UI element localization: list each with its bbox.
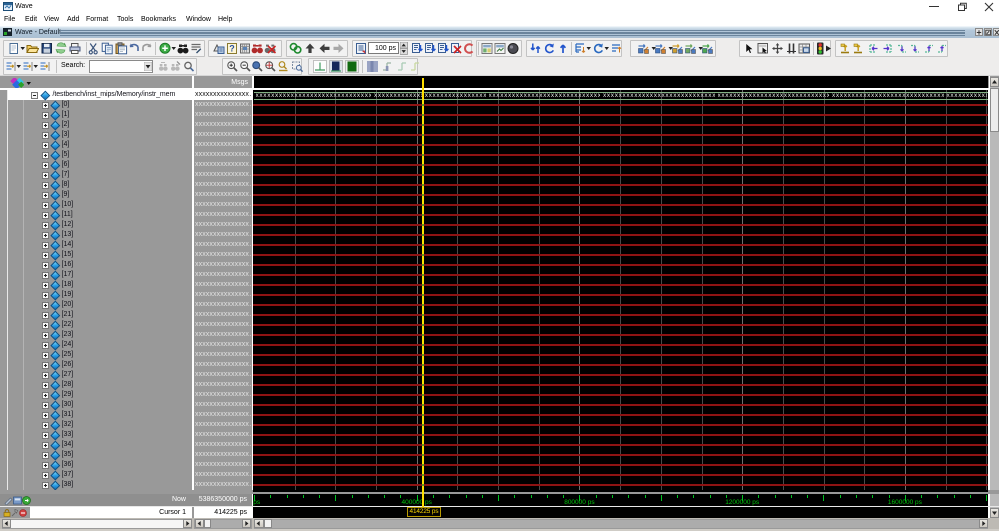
svg-text:?: ? <box>229 43 235 53</box>
